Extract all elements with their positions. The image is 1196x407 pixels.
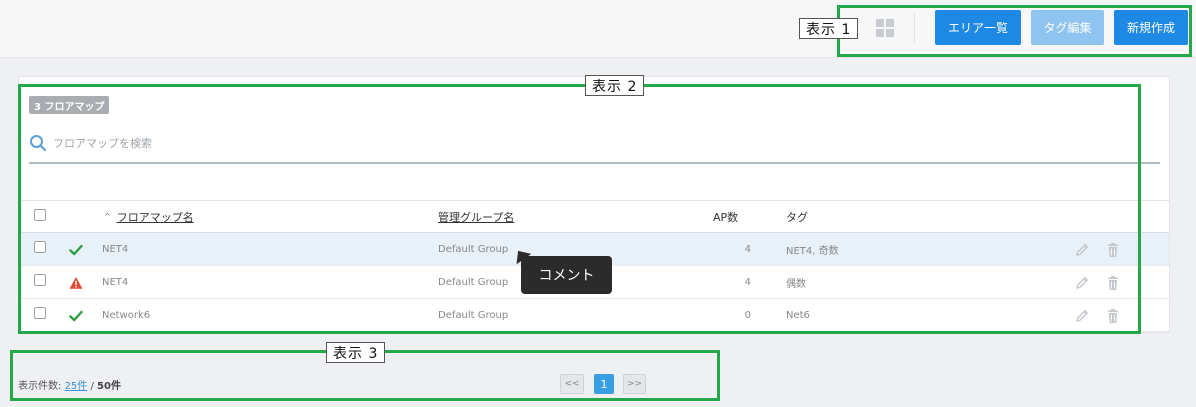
annotation-label-3: 表示 3 (326, 342, 386, 363)
grid-view-icon[interactable] (876, 19, 894, 37)
table-header: ^ フロアマップ名 管理グループ名 AP数 タグ (19, 200, 1169, 233)
warning-icon (69, 277, 83, 289)
prev-page-button[interactable]: << (560, 374, 584, 394)
row-tag: Net6 (786, 309, 810, 321)
edit-pencil-icon[interactable] (1074, 275, 1090, 291)
row-checkbox[interactable] (34, 307, 46, 319)
row-group: Default Group (438, 276, 509, 288)
trash-icon[interactable] (1105, 308, 1121, 324)
row-name[interactable]: NET4 (102, 266, 128, 298)
column-tag: タグ (786, 210, 808, 224)
trash-icon[interactable] (1105, 275, 1121, 291)
row-group: Default Group (438, 309, 509, 321)
search-bar (29, 131, 1160, 164)
tag-edit-button[interactable]: タグ編集 (1031, 10, 1104, 45)
row-group: Default Group (438, 243, 509, 255)
row-name[interactable]: Network6 (102, 299, 150, 331)
row-ap-count: 0 (744, 309, 751, 321)
floor-map-name-header[interactable]: フロアマップ名 (117, 209, 194, 225)
sort-asc-icon: ^ (104, 212, 111, 221)
column-floor-map-name[interactable]: ^ フロアマップ名 (104, 201, 194, 232)
floor-map-search-input[interactable] (53, 133, 653, 153)
check-icon (69, 310, 83, 322)
count-separator: / (90, 381, 94, 392)
search-icon (30, 135, 47, 152)
column-group[interactable]: 管理グループ名 (438, 201, 514, 232)
current-page-button[interactable]: 1 (594, 374, 614, 394)
total-count: 50件 (97, 381, 121, 392)
trash-icon[interactable] (1105, 242, 1121, 258)
row-checkbox[interactable] (34, 274, 46, 286)
display-count-label: 表示件数: (18, 381, 62, 392)
row-checkbox[interactable] (34, 241, 46, 253)
display-count-info: 表示件数: 25件 / 50件 (18, 377, 121, 392)
per-page-link[interactable]: 25件 (65, 381, 88, 392)
edit-pencil-icon[interactable] (1074, 242, 1090, 258)
next-page-button[interactable]: >> (623, 374, 646, 394)
comment-tooltip: コメント (521, 256, 612, 294)
floor-map-count-badge: 3 フロアマップ (29, 96, 110, 114)
annotation-label-1: 表示 1 (799, 18, 859, 39)
check-icon (69, 244, 83, 256)
group-name-header[interactable]: 管理グループ名 (438, 209, 514, 225)
row-ap-count: 4 (744, 276, 751, 288)
top-toolbar: エリア一覧 タグ編集 新規作成 (0, 0, 1196, 58)
select-all-checkbox[interactable] (34, 209, 46, 221)
table-row[interactable]: Network6 Default Group 0 Net6 (19, 299, 1169, 332)
area-list-button[interactable]: エリア一覧 (935, 10, 1021, 45)
annotation-label-2: 表示 2 (585, 75, 645, 96)
new-create-button[interactable]: 新規作成 (1114, 10, 1188, 45)
row-tag: NET4, 奇数 (786, 245, 839, 257)
row-tag: 偶数 (786, 278, 806, 290)
row-name[interactable]: NET4 (102, 233, 128, 265)
column-ap-count: AP数 (713, 210, 739, 224)
row-ap-count: 4 (744, 243, 751, 255)
edit-pencil-icon[interactable] (1074, 308, 1090, 324)
toolbar-divider (914, 13, 915, 43)
